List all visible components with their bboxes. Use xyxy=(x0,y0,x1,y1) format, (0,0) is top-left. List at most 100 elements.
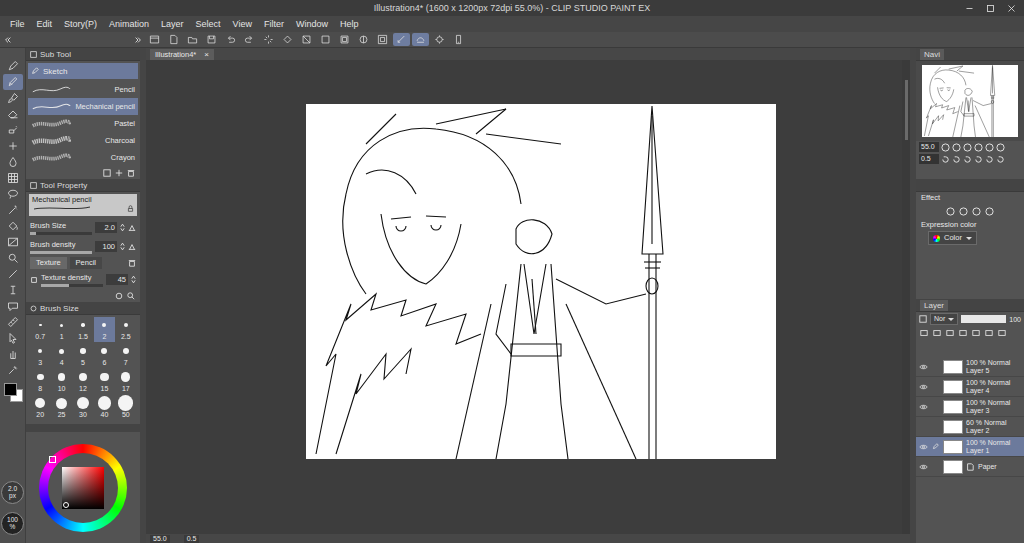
command-button[interactable] xyxy=(146,33,163,46)
rotate-control-icon[interactable] xyxy=(952,155,961,164)
layer-tool-icon[interactable] xyxy=(946,329,954,337)
menu-item[interactable]: View xyxy=(227,19,258,29)
rotate-control-icon[interactable] xyxy=(985,155,994,164)
rotate-control-icon[interactable] xyxy=(963,155,972,164)
tool-button[interactable] xyxy=(3,74,23,90)
command-button[interactable] xyxy=(298,33,315,46)
menu-item[interactable]: Animation xyxy=(103,19,155,29)
tool-button[interactable] xyxy=(3,122,23,138)
brush-size-option[interactable]: 40 xyxy=(94,395,114,420)
main-color-swatch[interactable] xyxy=(4,383,17,396)
effect-icon[interactable] xyxy=(946,207,955,216)
tool-button[interactable] xyxy=(3,266,23,282)
command-button[interactable] xyxy=(165,33,182,46)
spin-arrows-icon[interactable] xyxy=(131,275,136,284)
zoom-control-icon[interactable] xyxy=(963,143,972,152)
sub-tool-item[interactable]: Charcoal xyxy=(28,132,138,149)
command-button[interactable] xyxy=(222,33,239,46)
brush-size-option[interactable]: 3 xyxy=(30,343,50,368)
brush-size-option[interactable]: 6 xyxy=(94,343,114,368)
command-button[interactable] xyxy=(260,33,277,46)
close-icon[interactable] xyxy=(1007,4,1016,13)
tool-button[interactable] xyxy=(3,186,23,202)
command-button[interactable] xyxy=(393,33,410,46)
command-button[interactable] xyxy=(184,33,201,46)
brush-size-option[interactable]: 20 xyxy=(30,395,50,420)
command-button[interactable] xyxy=(203,33,220,46)
layer-row[interactable]: 100 % NormalLayer 4 xyxy=(916,377,1024,397)
sub-tool-group-tab[interactable]: Sketch xyxy=(28,63,138,79)
tool-button[interactable] xyxy=(3,90,23,106)
layer-tool-icon[interactable] xyxy=(933,329,941,337)
lock-icon[interactable] xyxy=(127,205,134,212)
copy-icon[interactable] xyxy=(103,169,111,177)
property-slider[interactable] xyxy=(30,232,92,235)
tool-button[interactable] xyxy=(3,138,23,154)
layer-row[interactable]: Paper xyxy=(916,457,1024,477)
layer-row[interactable]: 100 % NormalLayer 3 xyxy=(916,397,1024,417)
tool-button[interactable] xyxy=(3,330,23,346)
menu-item[interactable]: Filter xyxy=(258,19,290,29)
tool-button[interactable] xyxy=(3,298,23,314)
layer-row[interactable]: 60 % NormalLayer 2 xyxy=(916,417,1024,437)
layer-tool-icon[interactable] xyxy=(972,329,980,337)
expand-icon[interactable] xyxy=(30,276,38,284)
command-button[interactable] xyxy=(431,33,448,46)
sub-tool-item[interactable]: Mechanical pencil xyxy=(28,98,138,115)
color-wheel[interactable] xyxy=(39,444,127,532)
blend-mode-dropdown[interactable]: Nor xyxy=(930,313,958,325)
tool-button[interactable] xyxy=(3,202,23,218)
brush-size-option[interactable]: 50 xyxy=(116,395,136,420)
trash-icon[interactable] xyxy=(128,259,136,267)
trash-icon[interactable] xyxy=(127,169,135,177)
color-marker[interactable] xyxy=(63,502,69,508)
expression-color-dropdown[interactable]: Color xyxy=(928,231,977,245)
property-tab[interactable]: Pencil xyxy=(70,257,102,269)
tool-button[interactable] xyxy=(3,314,23,330)
eye-icon[interactable] xyxy=(919,384,928,390)
maximize-icon[interactable] xyxy=(986,4,995,13)
tool-button[interactable] xyxy=(3,154,23,170)
rotate-control-icon[interactable] xyxy=(996,155,1005,164)
minimize-icon[interactable] xyxy=(965,4,974,13)
spin-arrows-icon[interactable] xyxy=(120,242,125,251)
opacity-slider[interactable] xyxy=(961,315,1006,323)
pressure-icon[interactable] xyxy=(128,243,136,251)
property-value[interactable]: 100 xyxy=(95,241,117,252)
brush-size-option[interactable]: 12 xyxy=(73,369,93,394)
brush-size-option[interactable]: 1 xyxy=(51,317,71,342)
tool-button[interactable] xyxy=(3,58,23,74)
brush-size-option[interactable]: 0.7 xyxy=(30,317,50,342)
settings-icon[interactable] xyxy=(115,292,123,300)
effect-icon[interactable] xyxy=(985,207,994,216)
brush-size-option[interactable]: 10 xyxy=(51,369,71,394)
property-tab[interactable]: Texture xyxy=(30,257,67,269)
layer-row[interactable]: 100 % NormalLayer 1 xyxy=(916,437,1024,457)
zoom-value[interactable]: 55.0 xyxy=(150,535,170,543)
command-button[interactable] xyxy=(241,33,258,46)
brush-size-indicator[interactable]: 2.0px xyxy=(1,481,24,504)
brush-size-option[interactable]: 7 xyxy=(116,343,136,368)
navigator-preview[interactable] xyxy=(916,61,1024,141)
pressure-icon[interactable] xyxy=(128,224,136,232)
brush-size-option[interactable]: 1.5 xyxy=(73,317,93,342)
eye-icon[interactable] xyxy=(919,364,928,370)
layer-tool-icon[interactable] xyxy=(998,329,1006,337)
zoom-control-icon[interactable] xyxy=(974,143,983,152)
tool-button[interactable] xyxy=(3,362,23,378)
tool-button[interactable] xyxy=(3,346,23,362)
eye-icon[interactable] xyxy=(919,404,928,410)
hue-marker[interactable] xyxy=(49,456,56,463)
search-icon[interactable] xyxy=(127,292,135,300)
menu-item[interactable]: Edit xyxy=(31,19,59,29)
navigator-rotation[interactable]: 0.5 xyxy=(919,154,939,164)
close-tab-button[interactable]: × xyxy=(204,49,209,60)
command-button[interactable] xyxy=(317,33,334,46)
menu-item[interactable]: Story(P) xyxy=(58,19,103,29)
layer-tool-icon[interactable] xyxy=(985,329,993,337)
menu-item[interactable]: Window xyxy=(290,19,334,29)
tool-button[interactable] xyxy=(3,106,23,122)
vertical-scrollbar[interactable] xyxy=(902,60,910,534)
brush-size-option[interactable]: 4 xyxy=(51,343,71,368)
layer-row[interactable]: 100 % NormalLayer 5 xyxy=(916,357,1024,377)
